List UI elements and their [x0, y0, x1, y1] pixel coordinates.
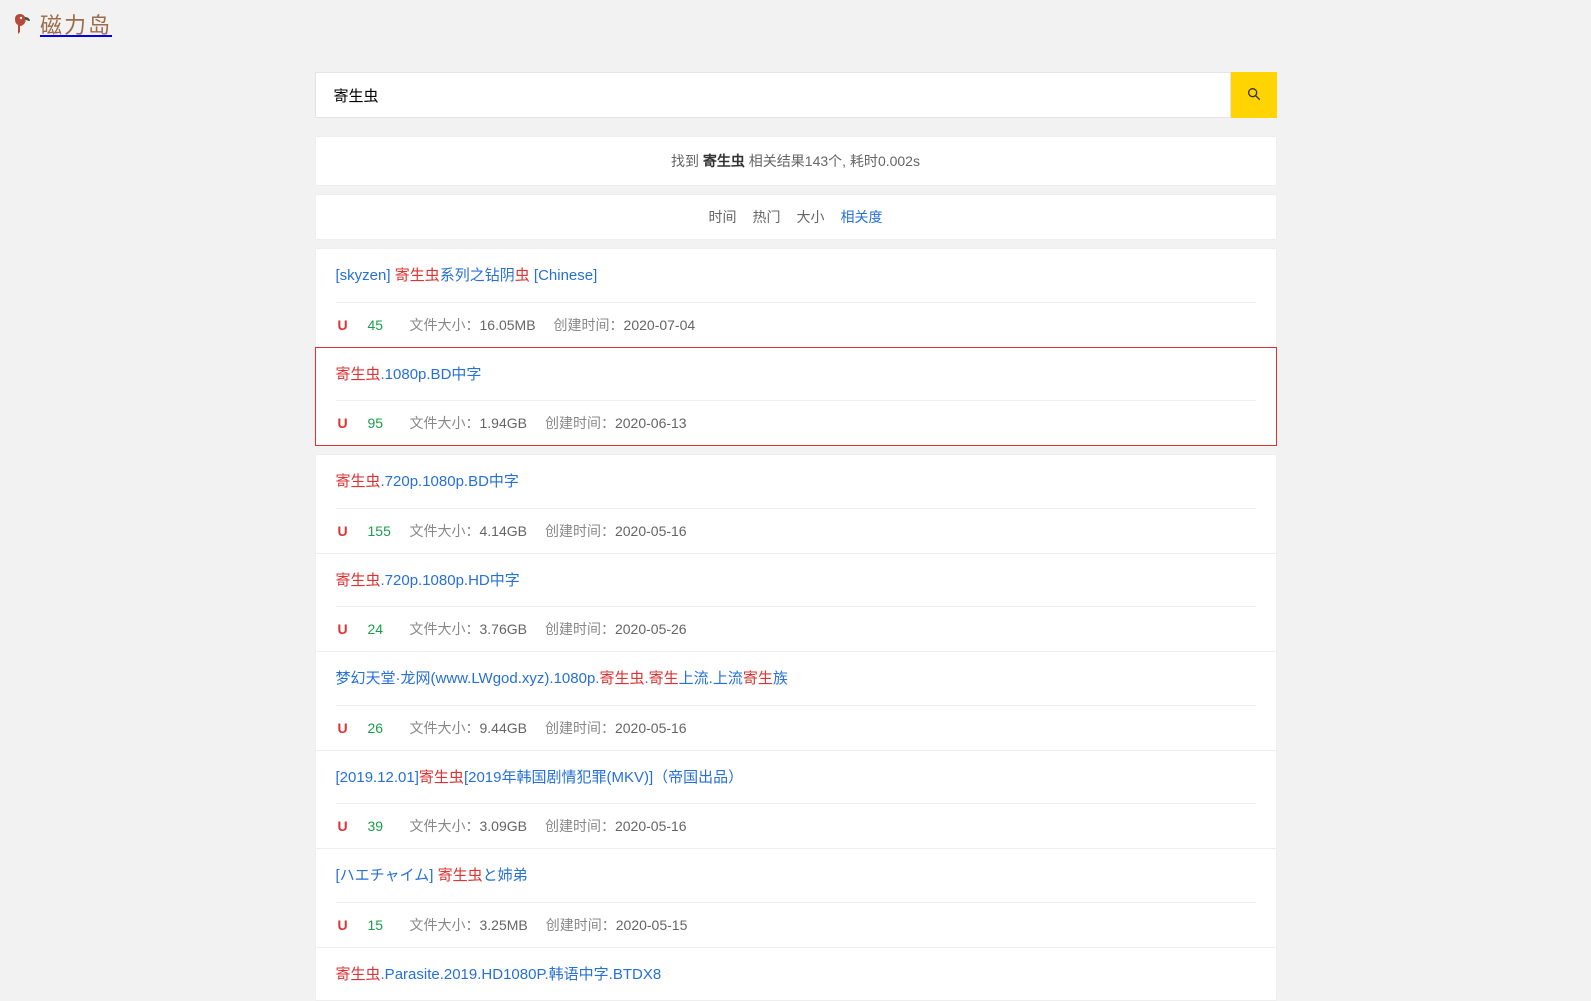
page-header: 磁力岛: [0, 0, 1591, 48]
result-item: 寄生虫.720p.1080p.HD中字 U 24 文件大小：3.76GB 创建时间：20…: [316, 553, 1276, 652]
results-list: [skyzen] 寄生虫系列之钻阴虫 [Chinese] U 45 文件大小：16.0…: [315, 248, 1277, 1001]
magnet-icon[interactable]: U: [336, 917, 350, 933]
magnet-icon[interactable]: U: [336, 317, 350, 333]
results-panel: 寄生虫.720p.1080p.BD中字 U 155 文件大小：4.14GB 创建时间：2…: [315, 454, 1277, 1001]
magnet-icon[interactable]: U: [336, 621, 350, 637]
created-date: 创建时间：2020-05-16: [545, 816, 687, 836]
parrot-icon: [12, 12, 36, 36]
file-size: 文件大小：9.44GB: [410, 718, 527, 738]
result-meta: U 45 文件大小：16.05MB 创建时间：2020-07-04: [336, 302, 1256, 347]
result-title[interactable]: [skyzen] 寄生虫系列之钻阴虫 [Chinese]: [336, 265, 1256, 302]
result-meta: U 39 文件大小：3.09GB 创建时间：2020-05-16: [336, 803, 1256, 848]
result-item: 寄生虫.720p.1080p.BD中字 U 155 文件大小：4.14GB 创建时间：2…: [316, 455, 1276, 553]
result-meta: U 24 文件大小：3.76GB 创建时间：2020-05-26: [336, 606, 1256, 651]
result-item: 寄生虫.1080p.BD中字 U 95 文件大小：1.94GB 创建时间：2020-06…: [316, 348, 1276, 446]
created-date: 创建时间：2020-05-15: [546, 915, 688, 935]
highlighted-result: 寄生虫.1080p.BD中字 U 95 文件大小：1.94GB 创建时间：2020-06…: [315, 347, 1277, 447]
result-title[interactable]: 寄生虫.720p.1080p.BD中字: [336, 471, 1256, 508]
site-logo-link[interactable]: 磁力岛: [12, 8, 112, 40]
created-date: 创建时间：2020-05-16: [545, 521, 687, 541]
sort-options: 时间热门大小相关度: [316, 195, 1276, 239]
created-date: 创建时间：2020-05-16: [545, 718, 687, 738]
result-count: 45: [368, 317, 392, 333]
file-size: 文件大小：4.14GB: [410, 521, 527, 541]
search-input[interactable]: [315, 72, 1231, 118]
result-title[interactable]: 梦幻天堂·龙网(www.LWgod.xyz).1080p.寄生虫.寄生上流.上流…: [336, 668, 1256, 705]
sort-option[interactable]: 时间: [709, 209, 737, 225]
file-size: 文件大小：1.94GB: [410, 413, 527, 433]
result-item: [ハエチャイム] 寄生虫と姉弟 U 15 文件大小：3.25MB 创建时间：2020-0…: [316, 848, 1276, 947]
file-size: 文件大小：16.05MB: [410, 315, 536, 335]
result-item: [2019.12.01]寄生虫[2019年韩国剧情犯罪(MKV)]（帝国出品）U…: [316, 750, 1276, 849]
result-count: 24: [368, 621, 392, 637]
result-item: [skyzen] 寄生虫系列之钻阴虫 [Chinese] U 45 文件大小：16.0…: [316, 249, 1276, 347]
result-meta: U 95 文件大小：1.94GB 创建时间：2020-06-13: [336, 400, 1256, 445]
result-count: 155: [368, 523, 392, 539]
magnet-icon[interactable]: U: [336, 720, 350, 736]
sort-option[interactable]: 热门: [753, 209, 781, 225]
result-count: 39: [368, 818, 392, 834]
magnet-icon[interactable]: U: [336, 818, 350, 834]
stats-panel: 找到 寄生虫 相关结果143个, 耗时0.002s: [315, 136, 1277, 186]
result-title[interactable]: 寄生虫.1080p.BD中字: [336, 364, 1256, 401]
result-item: 梦幻天堂·龙网(www.LWgod.xyz).1080p.寄生虫.寄生上流.上流…: [316, 651, 1276, 750]
search-icon: [1246, 86, 1262, 105]
sort-option[interactable]: 相关度: [841, 209, 883, 225]
magnet-icon[interactable]: U: [336, 415, 350, 431]
result-title[interactable]: 寄生虫.720p.1080p.HD中字: [336, 570, 1256, 607]
file-size: 文件大小：3.76GB: [410, 619, 527, 639]
search-bar: [315, 72, 1277, 118]
result-meta: U 155 文件大小：4.14GB 创建时间：2020-05-16: [336, 508, 1256, 553]
result-title[interactable]: [2019.12.01]寄生虫[2019年韩国剧情犯罪(MKV)]（帝国出品）: [336, 767, 1256, 804]
magnet-icon[interactable]: U: [336, 523, 350, 539]
result-count: 15: [368, 917, 392, 933]
site-name: 磁力岛: [40, 8, 112, 40]
created-date: 创建时间：2020-06-13: [545, 413, 687, 433]
search-button[interactable]: [1231, 72, 1277, 118]
result-count: 95: [368, 415, 392, 431]
stats-text: 找到 寄生虫 相关结果143个, 耗时0.002s: [316, 137, 1276, 185]
result-title[interactable]: 寄生虫.Parasite.2019.HD1080P.韩语中字.BTDX8: [336, 964, 1256, 1001]
created-date: 创建时间：2020-05-26: [545, 619, 687, 639]
result-count: 26: [368, 720, 392, 736]
result-meta: U 15 文件大小：3.25MB 创建时间：2020-05-15: [336, 902, 1256, 947]
results-panel: [skyzen] 寄生虫系列之钻阴虫 [Chinese] U 45 文件大小：16.0…: [315, 248, 1277, 348]
file-size: 文件大小：3.09GB: [410, 816, 527, 836]
result-title[interactable]: [ハエチャイム] 寄生虫と姉弟: [336, 865, 1256, 902]
sort-option[interactable]: 大小: [797, 209, 825, 225]
main-container: 找到 寄生虫 相关结果143个, 耗时0.002s 时间热门大小相关度 [sky…: [315, 72, 1277, 1001]
file-size: 文件大小：3.25MB: [410, 915, 528, 935]
result-meta: U 26 文件大小：9.44GB 创建时间：2020-05-16: [336, 705, 1256, 750]
result-item: 寄生虫.Parasite.2019.HD1080P.韩语中字.BTDX8: [316, 947, 1276, 1001]
sort-panel: 时间热门大小相关度: [315, 194, 1277, 240]
created-date: 创建时间：2020-07-04: [554, 315, 696, 335]
